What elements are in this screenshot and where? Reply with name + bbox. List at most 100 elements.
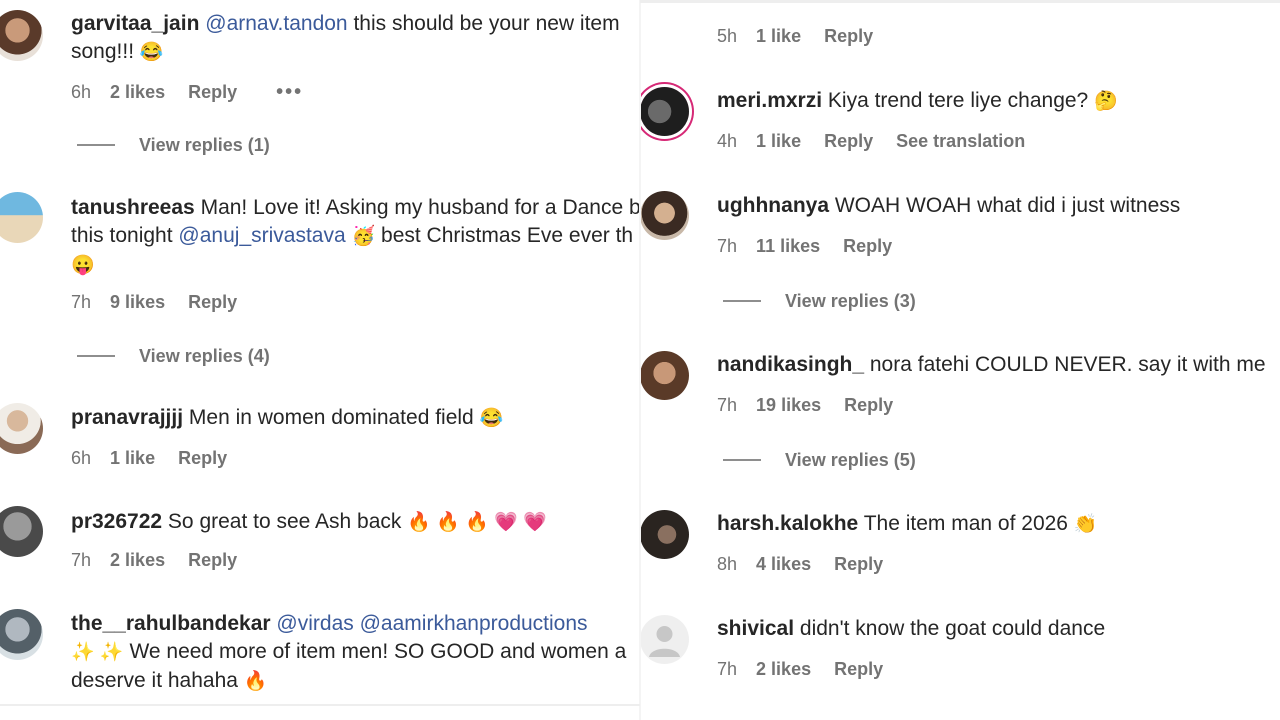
likes-count[interactable]: 11 likes: [756, 236, 820, 256]
avatar[interactable]: [0, 10, 43, 61]
avatar[interactable]: [0, 506, 43, 557]
comment-body: this should be your new item: [353, 12, 620, 35]
comment-body: this tonight: [71, 224, 173, 247]
see-translation-button[interactable]: See translation: [896, 131, 1025, 151]
comment-time: 7h: [71, 550, 92, 570]
comment-username[interactable]: pr326722: [71, 510, 162, 533]
default-avatar-icon[interactable]: [640, 615, 689, 664]
avatar[interactable]: [640, 87, 689, 136]
likes-count[interactable]: 1 like: [110, 448, 155, 468]
reply-button[interactable]: Reply: [824, 131, 873, 151]
comment-meta: 7h 9 likes Reply: [71, 292, 255, 313]
reply-button[interactable]: Reply: [824, 26, 873, 46]
likes-count[interactable]: 9 likes: [110, 292, 165, 312]
comment-meta: 8h 4 likes Reply: [717, 554, 901, 575]
likes-count[interactable]: 19 likes: [756, 395, 821, 415]
comment-text: shivical didn't know the goat could danc…: [717, 615, 1280, 643]
avatar[interactable]: [0, 192, 43, 243]
emoji: 👏: [1073, 514, 1098, 535]
comment-time: 6h: [71, 448, 92, 468]
divider-line: [723, 300, 761, 302]
comment-body: We need more of item men! SO GOOD and wo…: [129, 640, 627, 663]
emoji: 🔥: [243, 671, 268, 692]
avatar[interactable]: [0, 609, 43, 660]
emoji: 🥳: [351, 226, 376, 247]
emoji: 😛: [71, 255, 95, 276]
comment-username[interactable]: garvitaa_jain: [71, 12, 199, 35]
bottom-divider: [0, 704, 640, 706]
divider-line: [77, 355, 115, 357]
comment-body: The item man of 2026: [863, 512, 1068, 535]
comment-username[interactable]: shivical: [717, 617, 794, 640]
comment-meta: 4h 1 like Reply See translation: [717, 131, 1043, 152]
avatar[interactable]: [640, 510, 689, 559]
comment-text: garvitaa_jain @arnav.tandon this should …: [71, 10, 640, 67]
comment-username[interactable]: the__rahulbandekar: [71, 612, 271, 635]
comment-time: 8h: [717, 554, 738, 574]
comment-username[interactable]: tanushreeas: [71, 196, 195, 219]
comment-time: 7h: [717, 236, 738, 256]
comment-body: So great to see Ash back: [167, 510, 402, 533]
comment-username[interactable]: harsh.kalokhe: [717, 512, 858, 535]
reply-button[interactable]: Reply: [834, 554, 883, 574]
view-replies-button[interactable]: View replies (3): [723, 291, 916, 312]
reply-button[interactable]: Reply: [843, 236, 892, 256]
emoji: 🤔: [1094, 91, 1118, 112]
view-replies-label: View replies (5): [785, 450, 916, 470]
likes-count[interactable]: 4 likes: [756, 554, 811, 574]
mention-link[interactable]: @virdas: [276, 612, 353, 635]
comment-meta: 7h 11 likes Reply: [717, 236, 910, 257]
likes-count[interactable]: 1 like: [756, 131, 801, 151]
panel-divider: [639, 0, 641, 720]
emoji: 😂: [139, 42, 164, 63]
comment-username[interactable]: meri.mxrzi: [717, 89, 822, 112]
reply-button[interactable]: Reply: [178, 448, 227, 468]
likes-count[interactable]: 1 like: [756, 26, 801, 46]
comment-body: song!!!: [71, 40, 135, 63]
reply-button[interactable]: Reply: [188, 292, 237, 312]
view-replies-button[interactable]: View replies (1): [77, 135, 270, 156]
comment-time: 4h: [717, 131, 738, 151]
comment-meta: 6h 2 likes Reply •••: [71, 81, 321, 104]
reply-button[interactable]: Reply: [188, 550, 237, 570]
view-replies-button[interactable]: View replies (5): [723, 450, 916, 471]
comment-meta: 5h 1 like Reply: [717, 26, 891, 47]
comment-text: tanushreeas Man! Love it! Asking my husb…: [71, 194, 640, 280]
reply-button[interactable]: Reply: [834, 659, 883, 679]
comment-body: Kiya trend tere liye change?: [827, 89, 1089, 112]
likes-count[interactable]: 2 likes: [756, 659, 811, 679]
reply-button[interactable]: Reply: [844, 395, 893, 415]
comment-username[interactable]: pranavrajjjj: [71, 406, 183, 429]
more-options-icon[interactable]: •••: [276, 81, 303, 103]
avatar[interactable]: [640, 191, 689, 240]
comment-body: Man! Love it! Asking my husband for a Da…: [200, 196, 640, 219]
comment-meta: 7h 2 likes Reply: [71, 550, 255, 571]
view-replies-button[interactable]: View replies (4): [77, 346, 270, 367]
likes-count[interactable]: 2 likes: [110, 82, 165, 102]
comment-body: nora fatehi COULD NEVER. say it with me: [869, 353, 1266, 376]
comments-panel-right: 5h 1 like Reply meri.mxrzi Kiya trend te…: [640, 0, 1280, 720]
comment-username[interactable]: nandikasingh_: [717, 353, 864, 376]
comment-text: pr326722 So great to see Ash back 🔥 🔥 🔥 …: [71, 508, 640, 537]
divider-line: [723, 459, 761, 461]
mention-link[interactable]: @arnav.tandon: [205, 12, 347, 35]
top-divider: [640, 0, 1280, 3]
likes-count[interactable]: 2 likes: [110, 550, 165, 570]
comment-body: Men in women dominated field: [188, 406, 474, 429]
comment-time: 5h: [717, 26, 738, 46]
divider-line: [77, 144, 115, 146]
default-avatar-icon: [649, 626, 680, 657]
comment-time: 7h: [71, 292, 92, 312]
mention-link[interactable]: @anuj_srivastava: [178, 224, 345, 247]
avatar[interactable]: [0, 403, 43, 454]
comment-body: best Christmas Eve ever th: [381, 224, 634, 247]
mention-link[interactable]: @aamirkhanproductions: [360, 612, 588, 635]
emoji: ✨ ✨: [71, 642, 124, 663]
avatar[interactable]: [640, 351, 689, 400]
comment-time: 7h: [717, 395, 738, 415]
comment-username[interactable]: ughhnanya: [717, 194, 829, 217]
comment-text: nandikasingh_ nora fatehi COULD NEVER. s…: [717, 351, 1280, 379]
reply-button[interactable]: Reply: [188, 82, 237, 102]
comment-text: meri.mxrzi Kiya trend tere liye change? …: [717, 87, 1280, 116]
comment-time: 7h: [717, 659, 738, 679]
